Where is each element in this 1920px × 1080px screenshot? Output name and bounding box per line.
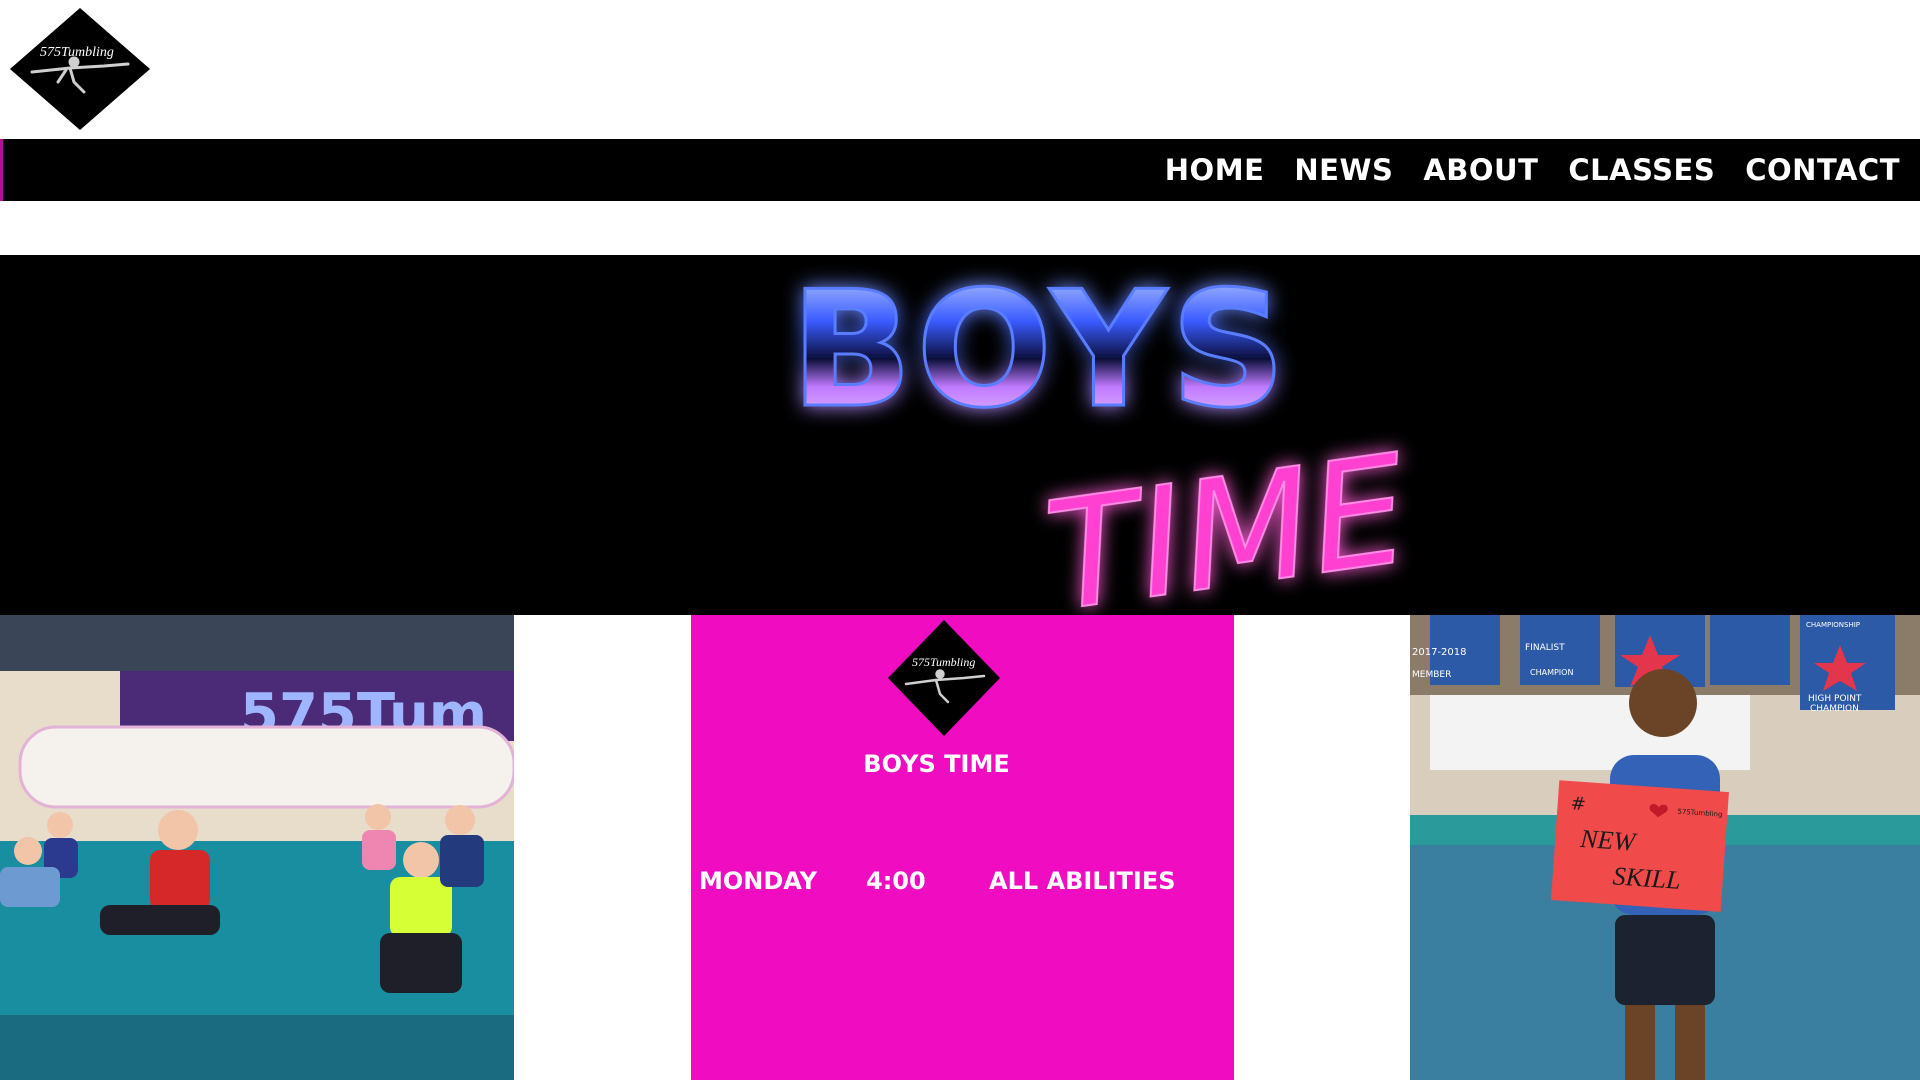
new-skill-sign: # 575Tumbling NEW SKILL xyxy=(1550,780,1729,912)
banner-text-5: HIGH POINT xyxy=(1808,694,1862,704)
nav-news[interactable]: NEWS xyxy=(1294,155,1393,185)
class-title: BOYS TIME xyxy=(863,750,1010,778)
site-logo[interactable]: 575Tumbling xyxy=(8,8,150,130)
card-logo-text: 575Tumbling xyxy=(912,655,975,669)
photo-boy-new-skill-sign: 2017-2018 FINALIST CHAMPION CHAMPIONSHIP… xyxy=(1410,615,1920,1080)
hero-banner: BOYS TIME xyxy=(0,255,1920,615)
sign-line-2: SKILL xyxy=(1612,861,1682,895)
photo-kids-stretching: 575Tum xyxy=(0,615,514,1080)
card-logo: 575Tumbling xyxy=(884,618,1004,738)
nav-contact[interactable]: CONTACT xyxy=(1745,155,1900,185)
hero-title-boys: BOYS xyxy=(790,256,1289,443)
banner-text-7: MEMBER xyxy=(1412,670,1451,680)
nav-classes[interactable]: CLASSES xyxy=(1568,155,1715,185)
main-nav: HOME NEWS ABOUT CLASSES CONTACT xyxy=(0,139,1920,201)
nav-home[interactable]: HOME xyxy=(1165,155,1265,185)
nav-about[interactable]: ABOUT xyxy=(1423,155,1538,185)
banner-text-2: FINALIST xyxy=(1525,643,1565,653)
banner-text-1: 2017-2018 xyxy=(1412,647,1467,658)
class-info-card: 575Tumbling BOYS TIME MONDAY 4:00 ALL AB… xyxy=(691,615,1234,1080)
logo-diamond xyxy=(10,8,150,130)
class-day: MONDAY xyxy=(699,867,817,895)
banner-text-6: CHAMPION xyxy=(1810,704,1859,714)
class-time: 4:00 xyxy=(866,867,926,895)
sign-line-1: NEW xyxy=(1578,824,1638,857)
sign-hash: # xyxy=(1570,793,1587,815)
banner-text-4: CHAMPIONSHIP xyxy=(1806,621,1860,629)
hero-title-time: TIME xyxy=(1037,423,1418,615)
card-logo-diamond xyxy=(888,620,1000,736)
class-level: ALL ABILITIES xyxy=(989,867,1176,895)
banner-text-3: CHAMPION xyxy=(1530,668,1573,677)
